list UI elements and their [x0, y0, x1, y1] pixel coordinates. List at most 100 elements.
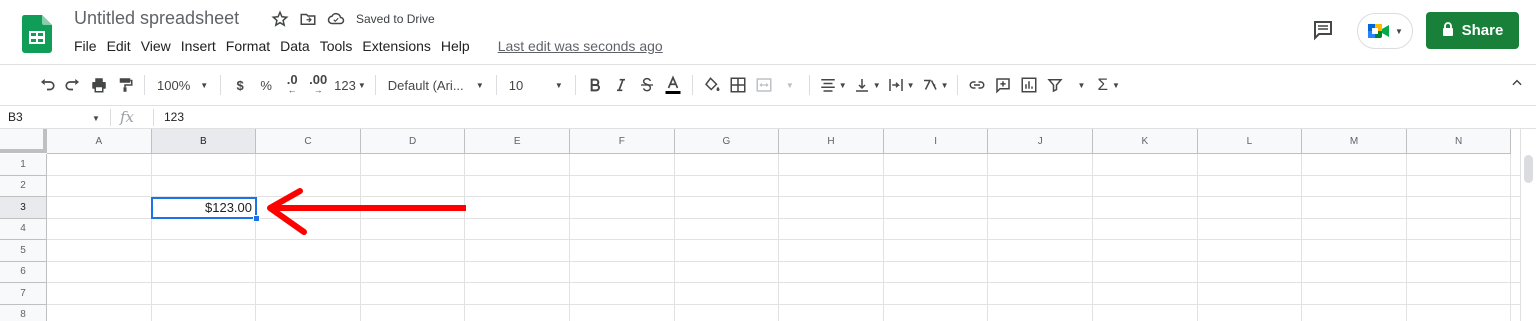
- gridline: [1510, 154, 1512, 321]
- column-header-g[interactable]: G: [674, 129, 780, 154]
- paint-format-icon[interactable]: [112, 71, 138, 99]
- star-icon[interactable]: [270, 9, 290, 29]
- column-header-i[interactable]: I: [883, 129, 989, 154]
- column-header-j[interactable]: J: [988, 129, 1093, 154]
- filter-icon[interactable]: [1042, 71, 1068, 99]
- merge-cells-icon[interactable]: [751, 71, 777, 99]
- menu-insert[interactable]: Insert: [181, 38, 216, 54]
- chevron-up-icon[interactable]: [1506, 72, 1528, 94]
- column-header-n[interactable]: N: [1406, 129, 1512, 154]
- active-cell-b3[interactable]: $123.00: [151, 197, 257, 219]
- redo-icon[interactable]: [60, 71, 86, 99]
- move-folder-icon[interactable]: [298, 9, 318, 29]
- toolbar-divider: [574, 75, 576, 95]
- menu-tools[interactable]: Tools: [320, 38, 353, 54]
- cloud-done-icon[interactable]: [326, 9, 346, 29]
- horizontal-align-icon[interactable]: ▼: [816, 71, 850, 99]
- text-rotation-icon[interactable]: ▼: [918, 71, 952, 99]
- currency-button[interactable]: $: [227, 71, 253, 99]
- arrow-left-icon: ←: [287, 85, 297, 95]
- borders-icon[interactable]: [725, 71, 751, 99]
- column-header-a[interactable]: A: [47, 129, 152, 154]
- spreadsheet-grid[interactable]: A B C D E F G H I J K L M N 1 2 3 4 5 6 7 8 $123.00: [0, 129, 1520, 321]
- gridline: [47, 174, 1520, 176]
- text-color-icon[interactable]: [660, 71, 686, 99]
- fill-color-icon[interactable]: [699, 71, 725, 99]
- more-formats-label: 123: [334, 77, 356, 93]
- text-wrap-icon[interactable]: ▼: [884, 71, 918, 99]
- row-header-5[interactable]: 5: [0, 240, 47, 262]
- functions-icon[interactable]: Σ ▼: [1094, 71, 1122, 99]
- gridline: [778, 154, 780, 321]
- row-header-2[interactable]: 2: [0, 175, 47, 197]
- menu-edit[interactable]: Edit: [107, 38, 131, 54]
- menu-file[interactable]: File: [74, 38, 97, 54]
- row-header-6[interactable]: 6: [0, 261, 47, 283]
- fill-handle[interactable]: [253, 215, 260, 222]
- column-header-f[interactable]: F: [570, 129, 675, 154]
- scroll-thumb[interactable]: [1524, 155, 1533, 183]
- title-bar: Untitled spreadsheet Saved to Drive File…: [0, 0, 1536, 64]
- undo-icon[interactable]: [34, 71, 60, 99]
- menu-data[interactable]: Data: [280, 38, 310, 54]
- row-header-1[interactable]: 1: [0, 154, 47, 176]
- insert-chart-icon[interactable]: [1016, 71, 1042, 99]
- gridline: [47, 303, 1520, 305]
- caret-down-icon[interactable]: ▼: [92, 114, 100, 123]
- gridline: [359, 154, 361, 321]
- caret-down-icon[interactable]: ▼: [1068, 71, 1094, 99]
- document-title[interactable]: Untitled spreadsheet: [74, 8, 239, 29]
- row-header-7[interactable]: 7: [0, 283, 47, 305]
- toolbar-divider: [957, 75, 959, 95]
- share-button[interactable]: Share: [1426, 12, 1519, 49]
- more-formats-button[interactable]: 123 ▼: [331, 71, 369, 99]
- menu-help[interactable]: Help: [441, 38, 470, 54]
- font-size-select[interactable]: 10 ▼: [503, 78, 569, 93]
- strikethrough-icon[interactable]: [634, 71, 660, 99]
- vertical-scrollbar[interactable]: [1520, 129, 1536, 321]
- column-header-b[interactable]: B: [151, 129, 257, 154]
- percent-button[interactable]: %: [253, 71, 279, 99]
- zoom-select[interactable]: 100% ▼: [151, 78, 214, 93]
- row-header-3[interactable]: 3: [0, 197, 47, 219]
- row-header-8[interactable]: 8: [0, 304, 47, 321]
- select-all-corner[interactable]: [0, 129, 47, 153]
- caret-down-icon: ▼: [1112, 80, 1120, 90]
- gridline: [1196, 154, 1198, 321]
- font-select[interactable]: Default (Ari... ▼: [382, 78, 490, 93]
- caret-down-icon[interactable]: ▼: [777, 71, 803, 99]
- sheets-logo-icon[interactable]: [21, 15, 52, 53]
- gridline: [882, 154, 884, 321]
- caret-down-icon: ▼: [475, 80, 484, 90]
- link-icon[interactable]: [964, 71, 990, 99]
- menu-view[interactable]: View: [141, 38, 171, 54]
- column-header-l[interactable]: L: [1197, 129, 1303, 154]
- fx-icon: fx: [120, 108, 135, 126]
- gridline: [464, 154, 466, 321]
- menu-extensions[interactable]: Extensions: [362, 38, 430, 54]
- caret-down-icon: ▼: [554, 80, 563, 90]
- comment-history-icon[interactable]: [1311, 18, 1335, 42]
- meet-button[interactable]: ▼: [1357, 13, 1413, 49]
- decrease-decimal-button[interactable]: .0 ←: [279, 71, 305, 99]
- row-header-4[interactable]: 4: [0, 218, 47, 240]
- formula-input[interactable]: 123: [164, 110, 184, 124]
- share-label: Share: [1461, 22, 1504, 39]
- column-header-c[interactable]: C: [256, 129, 361, 154]
- decrease-decimal-label: .0: [286, 72, 298, 87]
- column-header-k[interactable]: K: [1093, 129, 1198, 154]
- italic-icon[interactable]: [608, 71, 634, 99]
- column-header-e[interactable]: E: [465, 129, 570, 154]
- print-icon[interactable]: [86, 71, 112, 99]
- increase-decimal-button[interactable]: .00 →: [305, 71, 331, 99]
- menu-format[interactable]: Format: [226, 38, 270, 54]
- column-header-h[interactable]: H: [779, 129, 884, 154]
- vertical-align-icon[interactable]: ▼: [850, 71, 884, 99]
- column-header-d[interactable]: D: [360, 129, 466, 154]
- insert-comment-icon[interactable]: [990, 71, 1016, 99]
- column-header-m[interactable]: M: [1302, 129, 1407, 154]
- last-edit-link[interactable]: Last edit was seconds ago: [498, 38, 663, 54]
- name-box[interactable]: B3: [8, 110, 98, 124]
- toolbar: 100% ▼ $ % .0 ← .00 → 123 ▼ Default (Ari…: [0, 64, 1536, 106]
- bold-icon[interactable]: [582, 71, 608, 99]
